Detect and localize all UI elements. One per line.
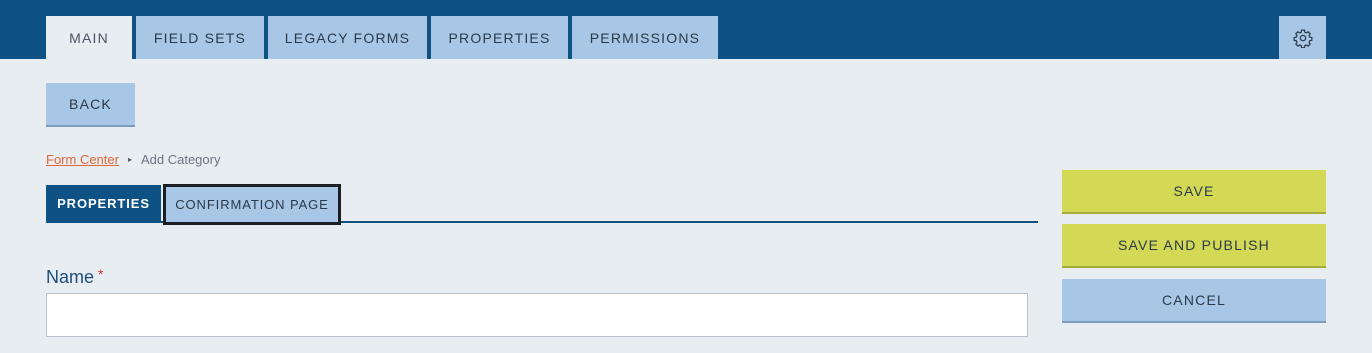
triangle-right-icon: ▸ [127,155,132,164]
top-navigation-bar: MAIN FIELD SETS LEGACY FORMS PROPERTIES … [0,0,1372,59]
tab-properties[interactable]: PROPERTIES [431,16,568,59]
subtab-properties[interactable]: PROPERTIES [46,185,161,222]
name-label-text: Name [46,267,95,287]
required-marker: * [98,266,104,282]
cancel-button[interactable]: CANCEL [1062,279,1326,323]
settings-button[interactable] [1279,16,1326,59]
tab-legacy-forms[interactable]: LEGACY FORMS [268,16,427,59]
breadcrumb: Form Center ▸ Add Category [46,152,220,167]
tab-permissions[interactable]: PERMISSIONS [572,16,718,59]
save-button[interactable]: SAVE [1062,170,1326,214]
name-field-label: Name * [46,266,103,288]
subtab-confirmation-page[interactable]: CONFIRMATION PAGE [163,184,341,225]
tab-main[interactable]: MAIN [46,16,132,59]
name-input[interactable] [46,293,1028,337]
save-and-publish-button[interactable]: SAVE AND PUBLISH [1062,224,1326,268]
breadcrumb-link-form-center[interactable]: Form Center [46,152,119,167]
tab-field-sets[interactable]: FIELD SETS [136,16,264,59]
breadcrumb-current: Add Category [140,152,221,167]
gear-icon [1293,28,1312,48]
back-button[interactable]: BACK [46,83,135,127]
